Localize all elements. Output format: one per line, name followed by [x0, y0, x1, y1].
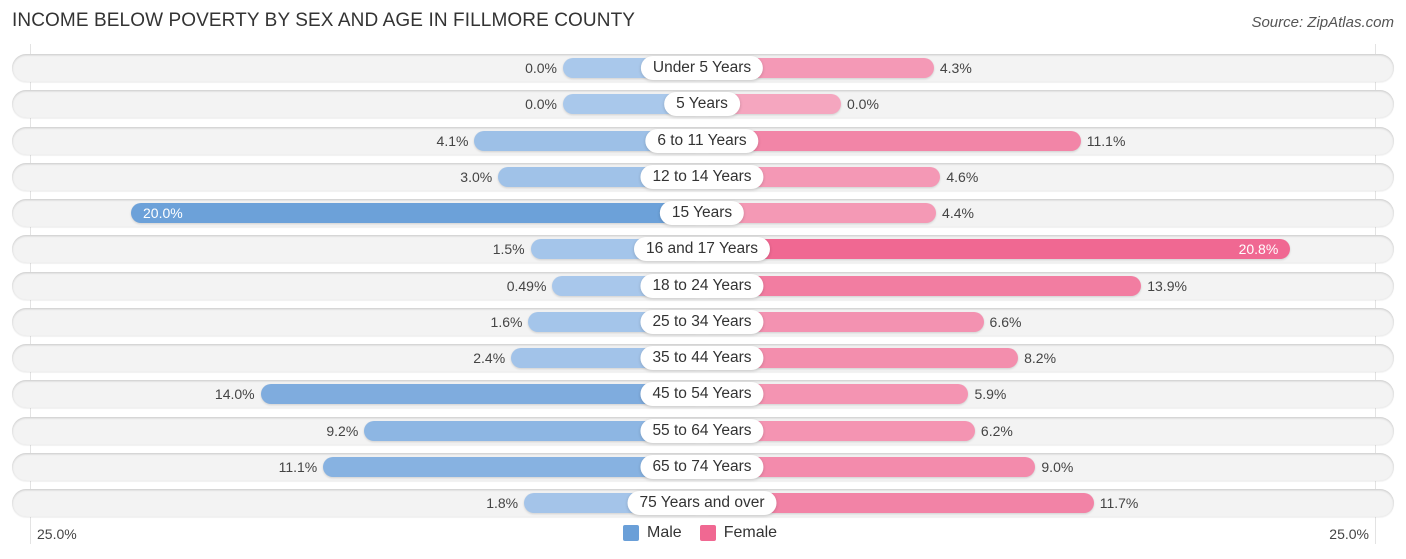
legend: Male Female [623, 524, 795, 542]
value-label-female: 6.6% [989, 313, 1022, 330]
legend-swatch-female [699, 525, 716, 541]
value-label-male: 1.6% [490, 313, 523, 330]
value-label-male: 4.1% [436, 132, 469, 149]
category-label: 12 to 14 Years [640, 164, 764, 189]
axis-label-left: 25.0% [37, 526, 77, 542]
bar-male[interactable] [260, 384, 702, 405]
bar-female[interactable] [702, 130, 1081, 151]
legend-item-male[interactable]: Male [623, 524, 682, 542]
category-label: 75 Years and over [627, 491, 777, 515]
value-label-male: 11.1% [278, 458, 318, 475]
value-label-male: 1.5% [492, 241, 525, 258]
category-label: 55 to 64 Years [640, 418, 764, 443]
value-label-male: 0.0% [525, 60, 557, 76]
category-label: 6 to 11 Years [645, 128, 759, 153]
value-label-male: 1.8% [486, 495, 519, 511]
bar-male[interactable] [131, 203, 702, 223]
value-label-female: 0.0% [847, 96, 879, 113]
value-label-male: 20.0% [143, 205, 183, 221]
bar-female[interactable] [702, 239, 1291, 260]
legend-label-male: Male [647, 524, 682, 541]
chart-title: INCOME BELOW POVERTY BY SEX AND AGE IN F… [12, 10, 636, 31]
value-label-male: 2.4% [473, 350, 506, 366]
value-label-male: 3.0% [460, 168, 493, 185]
value-label-male: 14.0% [214, 386, 255, 403]
category-label: 16 and 17 Years [633, 237, 771, 262]
category-label: 45 to 54 Years [640, 382, 764, 407]
value-label-female: 13.9% [1147, 277, 1187, 294]
value-label-female: 11.7% [1099, 495, 1139, 511]
value-label-female: 4.4% [942, 205, 974, 221]
value-label-female: 6.2% [980, 422, 1013, 439]
value-label-female: 8.2% [1024, 350, 1057, 366]
category-label: 25 to 34 Years [640, 309, 764, 334]
category-label: 5 Years [664, 92, 740, 117]
legend-swatch-male [623, 525, 639, 541]
category-label: 65 to 74 Years [640, 454, 764, 479]
value-label-male: 0.49% [506, 277, 547, 294]
bar-female[interactable] [702, 275, 1142, 296]
category-label: 35 to 44 Years [640, 346, 764, 370]
value-label-female: 11.1% [1086, 132, 1126, 149]
value-label-male: 9.2% [326, 422, 359, 439]
category-label: 15 Years [659, 201, 745, 225]
value-label-female: 9.0% [1041, 458, 1074, 475]
category-label: 18 to 24 Years [640, 273, 764, 298]
axis-label-right: 25.0% [1329, 526, 1369, 542]
value-label-female: 4.3% [939, 60, 972, 76]
legend-item-female[interactable]: Female [699, 524, 778, 542]
source-credit: Source: ZipAtlas.com [1251, 14, 1394, 31]
value-label-male: 0.0% [525, 96, 557, 113]
category-label: Under 5 Years [640, 56, 764, 80]
legend-label-female: Female [723, 524, 778, 541]
value-label-female: 5.9% [974, 386, 1007, 403]
value-label-female: 20.8% [1238, 241, 1279, 258]
value-label-female: 4.6% [946, 168, 979, 185]
